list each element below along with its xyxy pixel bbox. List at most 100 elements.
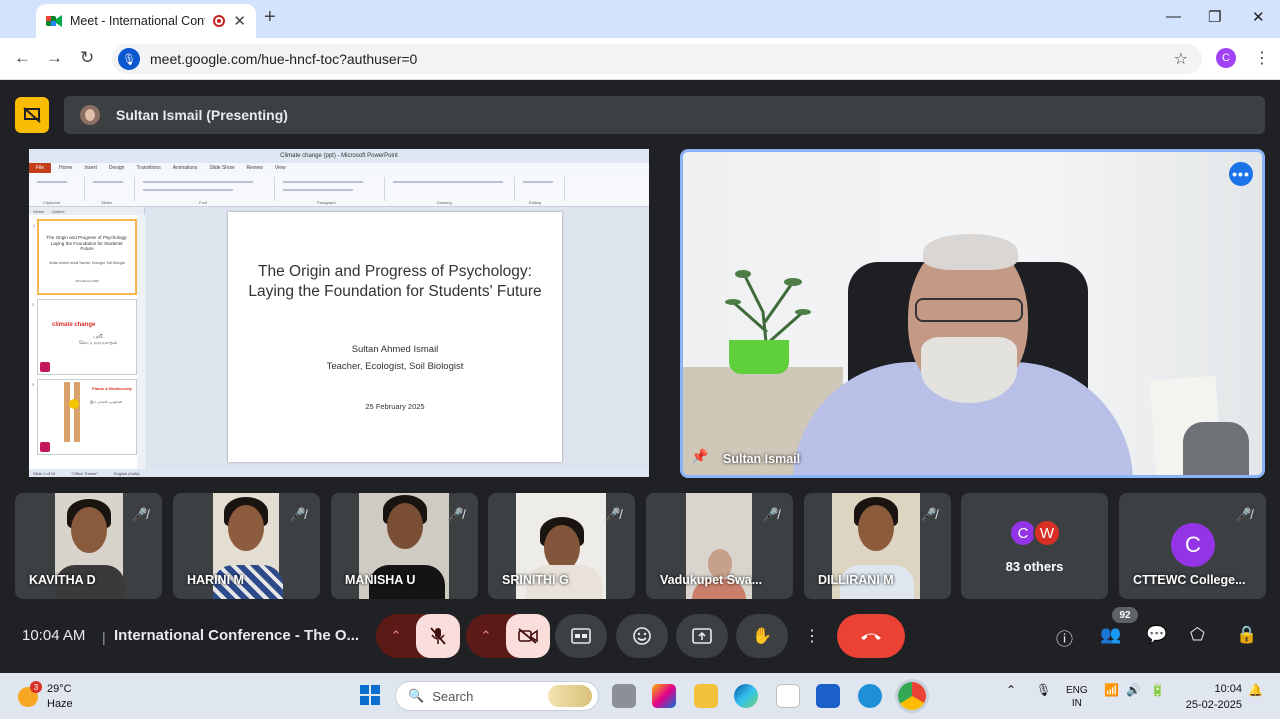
search-label: Search xyxy=(432,688,474,704)
minimize-button[interactable]: — xyxy=(1166,8,1181,25)
close-tab-icon[interactable]: ✕ xyxy=(233,12,246,30)
status-text: Slide 1 of 10 xyxy=(33,470,56,476)
wifi-icon[interactable]: 📶 xyxy=(1104,683,1119,697)
mic-off-icon: 🎤̸ xyxy=(762,507,779,522)
participant-tile[interactable]: 🎤̸ DILLIRANI M xyxy=(804,493,951,599)
participant-tile[interactable]: 🎤̸ MANISHA U xyxy=(331,493,478,599)
browser-tab-strip: Meet - International Confer ✕ + — ❐ ✕ xyxy=(0,0,1280,38)
battery-icon[interactable]: 🔋 xyxy=(1150,683,1165,697)
weather-condition: Haze xyxy=(47,698,73,710)
shared-screen[interactable]: Climate change (ppt) - Microsoft PowerPo… xyxy=(29,149,649,477)
thumbnail-tamil-text: இம் மக்கள் வசதிகள் xyxy=(90,400,123,404)
ribbon-tab: Slide Show xyxy=(209,165,235,171)
participant-tile[interactable]: 🎤̸ SRINITHI G xyxy=(488,493,635,599)
activities-icon[interactable]: ⬠ xyxy=(1190,625,1205,645)
separator: | xyxy=(102,629,106,645)
participant-tile[interactable]: 🎤̸ KAVITHA D xyxy=(15,493,162,599)
tray-microphone-icon[interactable]: 🎙 xyxy=(1036,683,1051,697)
mic-off-icon: 🎤̸ xyxy=(447,507,464,522)
leave-call-button[interactable] xyxy=(837,614,905,658)
present-now-button[interactable] xyxy=(676,614,728,658)
participant-tile[interactable]: C 🎤̸ CTTEWC College... xyxy=(1119,493,1266,599)
thumbnail-title: The Origin and Progress of Psychology: L… xyxy=(46,235,128,251)
camera-control: ⌃ xyxy=(466,614,550,658)
speaker-video-tile[interactable]: ••• 📌 Sultan Ismail xyxy=(680,149,1265,478)
chrome-icon[interactable] xyxy=(898,682,926,710)
meeting-title[interactable]: International Conference - The O... xyxy=(114,627,364,644)
omnibox[interactable]: 🎙 meet.google.com/hue-hncf-toc?authuser=… xyxy=(112,44,1202,74)
participant-name: HARINI M xyxy=(187,573,244,587)
mic-off-icon: 🎤̸ xyxy=(604,507,621,522)
profile-avatar[interactable]: C xyxy=(1216,48,1236,68)
url-text[interactable]: meet.google.com/hue-hncf-toc?authuser=0 xyxy=(150,51,417,67)
microsoft-store-icon[interactable] xyxy=(776,684,800,708)
google-meet-icon xyxy=(46,14,62,28)
task-view-icon[interactable] xyxy=(612,684,636,708)
volume-icon[interactable]: 🔊 xyxy=(1126,683,1141,697)
present-screen-icon xyxy=(692,628,712,644)
participant-tile[interactable]: 🎤̸ HARINI M xyxy=(173,493,320,599)
more-options-button[interactable]: ••• xyxy=(1229,162,1253,186)
taskbar-clock[interactable]: 10:04 25-02-2025 xyxy=(1178,681,1242,713)
captions-button[interactable] xyxy=(555,614,607,658)
meet-area: Sultan Ismail (Presenting) Climate chang… xyxy=(0,81,1280,673)
slide-thumbnail-3: 3 Plants & Biodiversity இம் மக்கள் வசதிக… xyxy=(32,379,137,455)
pin-icon[interactable]: 📌 xyxy=(691,448,708,465)
meet-tab[interactable]: Meet - International Confer ✕ xyxy=(36,4,256,38)
others-count: 83 others xyxy=(1005,559,1064,574)
file-explorer-icon[interactable] xyxy=(694,684,718,708)
raise-hand-button[interactable]: ✋ xyxy=(736,614,788,658)
reload-icon[interactable]: ↻ xyxy=(80,48,94,68)
recording-icon xyxy=(213,15,226,27)
tray-overflow-icon[interactable]: ⌃ xyxy=(1006,683,1016,697)
others-tile[interactable]: C W 83 others xyxy=(961,493,1108,599)
weather-widget[interactable]: 3 29°C Haze xyxy=(18,681,108,711)
video-options-button[interactable]: ⌃ xyxy=(466,628,506,644)
close-window-button[interactable]: ✕ xyxy=(1252,8,1265,26)
green-pot xyxy=(729,340,789,374)
help-icon[interactable] xyxy=(858,684,882,708)
restore-button[interactable]: ❐ xyxy=(1208,8,1221,26)
presentation-off-icon xyxy=(23,107,41,123)
more-options-menu[interactable]: ⋮ xyxy=(800,614,824,658)
back-arrow-icon[interactable]: ← xyxy=(14,48,31,68)
ribbon-tab: Design xyxy=(108,165,125,171)
microphone-icon[interactable]: 🎙 xyxy=(118,48,140,70)
windows-taskbar: 3 29°C Haze 🔍 Search ⌃ 🎙 ENG IN 📶 🔊 🔋 10… xyxy=(0,673,1280,719)
edge-icon[interactable] xyxy=(734,684,758,708)
language-indicator[interactable]: ENG IN xyxy=(1066,684,1088,710)
browser-menu-icon[interactable]: ⋮ xyxy=(1254,48,1270,68)
forward-arrow-icon[interactable]: → xyxy=(46,48,63,68)
slide-panel-tabs: Slides Outline xyxy=(29,207,144,215)
ribbon-control xyxy=(393,181,503,183)
powerpoint-title-bar: Climate change (ppt) - Microsoft PowerPo… xyxy=(29,149,649,163)
mic-off-icon: 🎤̸ xyxy=(920,507,937,522)
copilot-icon[interactable] xyxy=(652,684,676,708)
ribbon-control xyxy=(93,181,123,183)
mic-off-icon: 🎤̸ xyxy=(131,507,148,522)
taskbar-search[interactable]: 🔍 Search xyxy=(395,681,599,711)
meeting-details-icon[interactable]: ⓘ xyxy=(1056,625,1073,650)
people-icon[interactable]: 👥 xyxy=(1100,625,1121,645)
host-controls-icon[interactable]: 🔒 xyxy=(1236,625,1257,645)
ribbon-group-label: Slides xyxy=(101,200,112,205)
audio-options-button[interactable]: ⌃ xyxy=(376,628,416,644)
weather-badge: 3 xyxy=(30,681,42,693)
participant-avatar: W xyxy=(1033,519,1061,547)
windows-start-icon[interactable] xyxy=(360,685,380,705)
status-text: "Office Theme" xyxy=(71,470,98,476)
bookmark-star-icon[interactable]: ☆ xyxy=(1174,49,1188,69)
camera-toggle-button[interactable] xyxy=(506,614,550,658)
chat-icon[interactable]: 💬 xyxy=(1146,625,1167,645)
reactions-button[interactable] xyxy=(616,614,668,658)
new-tab-button[interactable]: + xyxy=(264,6,276,29)
hide-presentation-button[interactable] xyxy=(15,97,49,133)
participant-tile[interactable]: 🎤̸ Vadukupet Swa... xyxy=(646,493,793,599)
camera-off-icon xyxy=(518,628,538,644)
mic-toggle-button[interactable] xyxy=(416,614,460,658)
search-highlight-image xyxy=(548,685,592,707)
closed-captions-icon xyxy=(571,628,591,644)
notification-bell-icon[interactable]: 🔔 xyxy=(1248,683,1263,697)
app-icon[interactable] xyxy=(816,684,840,708)
mic-off-icon: 🎤̸ xyxy=(289,507,306,522)
